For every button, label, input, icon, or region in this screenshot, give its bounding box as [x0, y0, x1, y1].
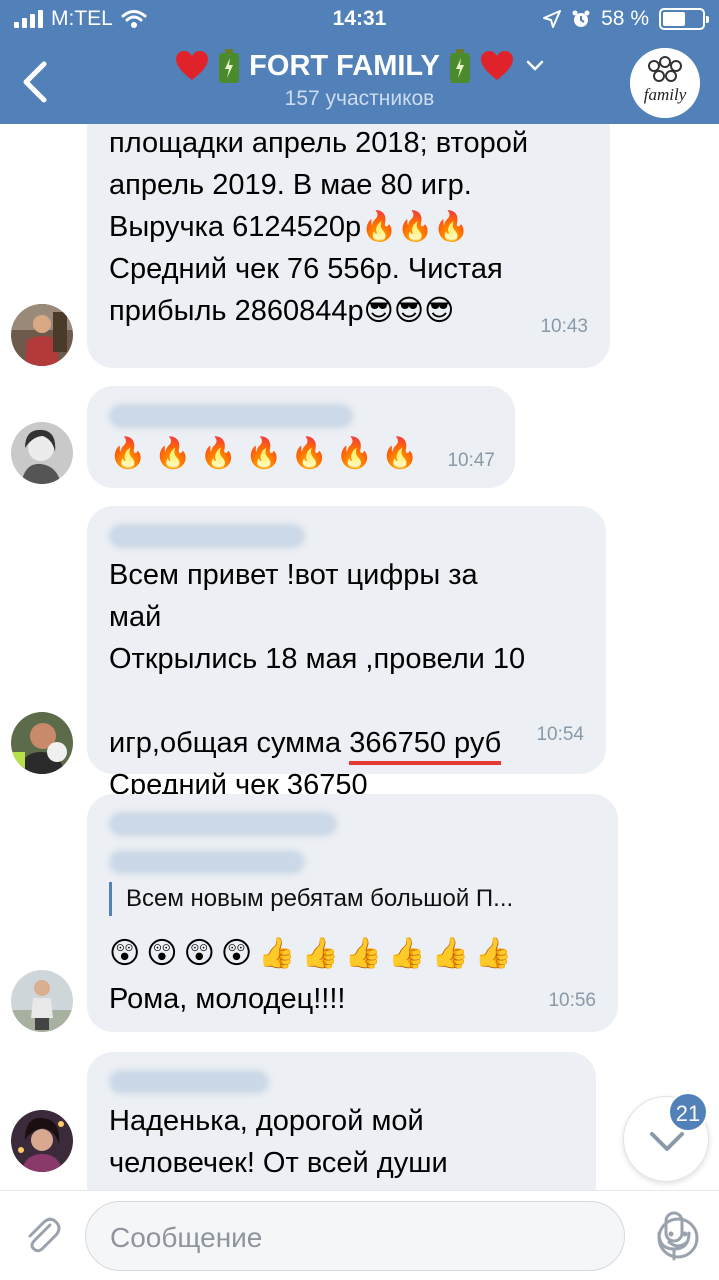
reply-author [109, 850, 305, 874]
message-line: Открылись 18 мая ,провели 10 [109, 643, 526, 675]
emoji: 👍 [258, 937, 296, 970]
microphone-icon [657, 1211, 691, 1261]
message-bubble[interactable]: Всем привет !вот цифры за май Открылись … [87, 506, 606, 801]
chat-header: M:TEL 14:31 58 % FORT FAMILY 157 участни… [0, 0, 719, 124]
sender-name [109, 404, 353, 428]
highlighted-amount: 366750 руб [349, 727, 502, 765]
reply-text: Всем новым ребятам большой П... [126, 885, 514, 912]
message-text: Наденька, дорогой мой человечек! От всей… [109, 1105, 448, 1179]
microphone-button[interactable] [652, 1211, 696, 1261]
status-bar: M:TEL 14:31 58 % [0, 0, 719, 40]
battery-percent: 58 % [601, 7, 649, 30]
emoji: 🔥 [290, 437, 328, 470]
avatar[interactable] [11, 970, 73, 1032]
sender-name [109, 524, 305, 548]
chat-title[interactable]: FORT FAMILY [0, 48, 719, 84]
chat-title-text: FORT FAMILY [249, 49, 440, 82]
emoji: 😲 [109, 937, 141, 970]
paperclip-icon [28, 1217, 61, 1253]
message-time: 10:54 [536, 724, 584, 745]
message-emoji: 🔥 🔥 🔥 🔥 🔥 🔥 🔥 [109, 436, 419, 471]
message-input-placeholder: Сообщение [110, 1222, 263, 1253]
avatar[interactable] [11, 422, 73, 484]
avatar[interactable] [11, 1110, 73, 1172]
emoji: 😲 [183, 937, 215, 970]
message-line: Всем привет !вот цифры за [109, 559, 478, 591]
message-emoji: 😲 😲 😲 😲 👍 👍 👍 👍 👍 👍 [109, 936, 512, 971]
message-time: 10:56 [548, 990, 596, 1011]
message-bubble[interactable]: Всем новым ребятам большой П... 😲 😲 😲 😲 👍 👍 👍 👍… [87, 794, 618, 1032]
chevron-down-icon [526, 60, 544, 71]
message-text: площадки апрель 2018; второй апрель 2019… [109, 127, 529, 327]
emoji: 😲 [146, 937, 178, 970]
sender-name [109, 1070, 269, 1094]
reply-quote[interactable]: Всем новым ребятам большой П... [109, 882, 599, 916]
battery-icon [219, 49, 240, 83]
message-bubble[interactable]: площадки апрель 2018; второй апрель 2019… [87, 124, 610, 368]
emoji: 👍 [388, 937, 426, 970]
message-line: игр,общая сумма 366750 руб [109, 680, 525, 765]
emoji: 👍 [344, 937, 383, 970]
svg-text:family: family [644, 85, 687, 104]
heart-icon [480, 51, 513, 80]
battery-icon [659, 8, 709, 30]
location-arrow-icon [543, 10, 562, 28]
emoji: 🔥 [154, 437, 192, 470]
members-count: 157 участников [284, 87, 435, 110]
battery-level [663, 12, 686, 26]
emoji: 👍 [301, 937, 339, 970]
emoji: 🔥 [199, 437, 238, 470]
emoji: 🔥 [109, 437, 147, 470]
avatar[interactable] [11, 304, 73, 366]
heart-icon [176, 51, 209, 80]
battery-icon [449, 49, 470, 83]
emoji: 🔥 [381, 437, 419, 470]
avatar[interactable] [11, 712, 73, 774]
message-composer: Сообщение [0, 1190, 719, 1280]
alarm-icon [572, 10, 590, 27]
emoji: 🔥 [245, 437, 283, 470]
message-time: 10:47 [447, 450, 495, 471]
emoji: 👍 [474, 937, 513, 970]
message-text: Рома, молодец!!!! [109, 983, 346, 1015]
emoji: 🔥 [335, 437, 374, 470]
message-bubble[interactable]: 🔥 🔥 🔥 🔥 🔥 🔥 🔥 10:47 [87, 386, 515, 488]
emoji: 👍 [431, 937, 469, 970]
message-bubble[interactable]: Наденька, дорогой мой человечек! От всей… [87, 1052, 596, 1190]
emoji: 😲 [220, 937, 253, 970]
unread-badge: 21 [668, 1092, 708, 1132]
sender-name [109, 812, 337, 836]
message-line: май [109, 601, 162, 633]
message-time: 10:43 [540, 316, 588, 337]
message-input[interactable]: Сообщение [85, 1201, 699, 1271]
family-logo-icon: family [630, 48, 700, 118]
message-line-text: игр,общая сумма [109, 727, 350, 759]
group-avatar[interactable]: family [630, 48, 700, 118]
attach-button[interactable] [20, 1213, 64, 1257]
message-list[interactable]: площадки апрель 2018; второй апрель 2019… [0, 124, 719, 1190]
